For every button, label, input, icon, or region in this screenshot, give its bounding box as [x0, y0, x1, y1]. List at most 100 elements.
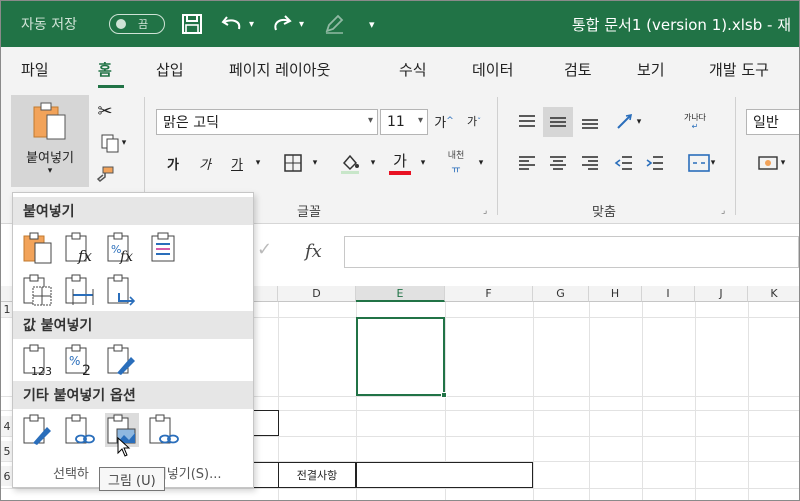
- menu-section-other: 기타 붙여넣기 옵션: [13, 381, 253, 409]
- tab-review[interactable]: 검토: [564, 59, 592, 80]
- undo-icon[interactable]: [221, 1, 245, 47]
- values-source-formatting-icon[interactable]: [105, 343, 139, 377]
- increase-indent-icon[interactable]: [641, 149, 669, 177]
- save-icon[interactable]: [181, 1, 203, 47]
- decrease-indent-icon[interactable]: [610, 149, 638, 177]
- clipboard-icon: [33, 102, 66, 140]
- paste-link-icon[interactable]: [63, 413, 97, 447]
- fill-handle[interactable]: [441, 392, 447, 398]
- merge-center-icon[interactable]: ▾: [679, 149, 723, 177]
- underline-dropdown-icon[interactable]: ▾: [251, 151, 265, 175]
- accounting-format-icon[interactable]: ▾: [749, 149, 793, 177]
- values-number-formatting-icon[interactable]: % 2: [63, 343, 97, 379]
- grow-font-button[interactable]: 가 ^: [431, 109, 457, 133]
- paste-icon[interactable]: [21, 231, 55, 265]
- ribbon-tabs: 파일 홈 삽입 페이지 레이아웃 수식 데이터 검토 보기 개발 도구: [1, 47, 799, 89]
- borders-icon[interactable]: [279, 151, 307, 175]
- alignment-dialog-launcher-icon[interactable]: ⌟: [721, 206, 725, 216]
- column-header-d[interactable]: D: [278, 286, 356, 302]
- copy-icon[interactable]: ▾: [93, 131, 133, 155]
- column-header-i[interactable]: I: [642, 286, 695, 302]
- font-size-combo[interactable]: 11 ▾: [380, 109, 428, 135]
- phonetic-button[interactable]: 내천 ㅠ: [441, 147, 471, 177]
- active-tab-indicator: [98, 85, 124, 88]
- svg-text:%: %: [69, 354, 80, 368]
- bordered-cell[interactable]: [251, 462, 279, 488]
- insert-function-button[interactable]: fx: [305, 241, 322, 262]
- wrap-text-button[interactable]: 가나다 ↵: [681, 105, 709, 139]
- font-color-dropdown-icon[interactable]: ▾: [417, 151, 429, 175]
- bordered-cell[interactable]: [356, 462, 533, 488]
- tab-file[interactable]: 파일: [21, 59, 49, 80]
- alignment-group-label: 맞춤: [592, 205, 616, 220]
- fill-color-icon[interactable]: [335, 149, 365, 177]
- cut-icon[interactable]: ✂: [93, 99, 117, 123]
- pen-icon[interactable]: [323, 1, 345, 47]
- redo-icon[interactable]: [269, 1, 293, 47]
- picture-tooltip: 그림 (U): [99, 467, 165, 491]
- paste-special-hidden-part: 선택하: [53, 467, 89, 482]
- undo-dropdown-icon[interactable]: ▾: [249, 1, 254, 47]
- tab-view[interactable]: 보기: [637, 59, 665, 80]
- menu-section-values: 값 붙여넣기: [13, 311, 253, 339]
- paste-formulas-number-formatting-icon[interactable]: % fx: [105, 231, 139, 265]
- font-dialog-launcher-icon[interactable]: ⌟: [483, 206, 487, 216]
- no-borders-icon[interactable]: [21, 273, 55, 307]
- fill-color-dropdown-icon[interactable]: ▾: [367, 151, 379, 175]
- document-title: 통합 문서1 (version 1).xlsb - 재: [571, 15, 791, 34]
- phonetic-dropdown-icon[interactable]: ▾: [475, 151, 487, 175]
- borders-dropdown-icon[interactable]: ▾: [309, 151, 321, 175]
- autosave-label: 자동 저장: [21, 17, 77, 33]
- align-center-icon[interactable]: [544, 149, 572, 177]
- column-header-f[interactable]: F: [445, 286, 533, 302]
- formatting-icon[interactable]: [21, 413, 55, 447]
- keep-column-widths-icon[interactable]: [63, 273, 97, 307]
- shrink-font-button[interactable]: 가ˇ: [461, 109, 487, 133]
- svg-text:123: 123: [31, 365, 52, 377]
- bold-button[interactable]: 가: [161, 151, 185, 175]
- linked-picture-icon[interactable]: [147, 413, 181, 447]
- tab-home[interactable]: 홈: [98, 59, 112, 80]
- bordered-cell[interactable]: [251, 410, 279, 436]
- align-bottom-icon[interactable]: [576, 107, 604, 137]
- tab-developer[interactable]: 개발 도구: [709, 59, 769, 80]
- format-painter-icon[interactable]: [93, 163, 117, 187]
- mouse-cursor-icon: [117, 436, 131, 461]
- column-header-e[interactable]: E: [356, 286, 445, 302]
- column-header-k[interactable]: K: [748, 286, 799, 302]
- number-format-combo[interactable]: 일반: [746, 109, 799, 135]
- selected-cell-e[interactable]: [356, 317, 447, 398]
- underline-button[interactable]: 가: [225, 151, 249, 175]
- paste-options-menu: 붙여넣기 fx % fx 값 붙여넣기 123 % 2 기타 붙여넣기 옵션 선…: [12, 192, 254, 488]
- tab-formulas[interactable]: 수식: [399, 59, 427, 80]
- transpose-icon[interactable]: [105, 273, 139, 307]
- paste-formulas-icon[interactable]: fx: [63, 231, 97, 265]
- font-name-combo[interactable]: 맑은 고딕 ▾: [156, 109, 378, 135]
- customize-qat-icon[interactable]: ▾: [369, 1, 375, 47]
- enter-check-icon[interactable]: ✓: [257, 239, 272, 260]
- italic-button[interactable]: 가: [193, 151, 217, 175]
- paste-button[interactable]: 붙여넣기 ▾: [11, 95, 89, 187]
- approval-cell[interactable]: 전결사항: [278, 462, 356, 488]
- tab-data[interactable]: 데이터: [472, 59, 513, 80]
- align-top-icon[interactable]: [513, 107, 541, 137]
- menu-section-paste: 붙여넣기: [13, 197, 253, 225]
- align-right-icon[interactable]: [576, 149, 604, 177]
- tab-insert[interactable]: 삽입: [156, 59, 184, 80]
- autosave-toggle[interactable]: 끔: [109, 14, 165, 34]
- column-header-g[interactable]: G: [533, 286, 589, 302]
- column-header-h[interactable]: H: [589, 286, 642, 302]
- orientation-icon[interactable]: ▾: [610, 107, 646, 137]
- font-color-button[interactable]: 가: [385, 147, 415, 177]
- align-left-icon[interactable]: [513, 149, 541, 177]
- tab-page-layout[interactable]: 페이지 레이아웃: [229, 59, 330, 80]
- excel-window: 자동 저장 끔 ▾ ▾ ▾ 통합 문서1 (version 1).xlsb - …: [0, 0, 800, 501]
- keep-source-formatting-icon[interactable]: [147, 231, 181, 265]
- redo-dropdown-icon[interactable]: ▾: [299, 1, 304, 47]
- svg-text:fx: fx: [119, 249, 133, 265]
- values-icon[interactable]: 123: [21, 343, 55, 378]
- align-middle-icon[interactable]: [543, 107, 573, 137]
- formula-input[interactable]: [344, 236, 799, 268]
- column-header-j[interactable]: J: [695, 286, 748, 302]
- title-bar: 자동 저장 끔 ▾ ▾ ▾ 통합 문서1 (version 1).xlsb - …: [1, 1, 799, 47]
